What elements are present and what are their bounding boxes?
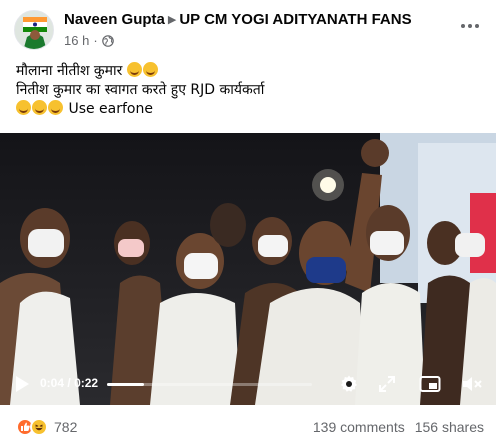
reaction-summary[interactable]: 782 bbox=[16, 418, 77, 436]
mute-icon[interactable] bbox=[461, 374, 482, 394]
more-options-icon[interactable] bbox=[460, 16, 480, 36]
caption-line: मौलाना नीतीश कुमार bbox=[16, 62, 264, 81]
post-title: Naveen Gupta ▶ UP CM YOGI ADITYANATH FANS bbox=[64, 11, 412, 28]
grin-emoji-icon bbox=[32, 100, 47, 115]
caption-line: नितीश कुमार का स्वागत करते हुए RJD कार्य… bbox=[16, 82, 265, 98]
avatar[interactable] bbox=[14, 10, 54, 50]
post-footer: 782 139 comments 156 shares bbox=[0, 410, 496, 447]
author-name[interactable]: Naveen Gupta bbox=[64, 11, 165, 28]
haha-reaction-icon bbox=[30, 418, 48, 436]
post-caption: मौलाना नीतीश कुमार नितीश कुमार का स्वागत… bbox=[16, 62, 264, 119]
post-meta: 16 h · bbox=[64, 33, 114, 48]
rofl-emoji-icon bbox=[142, 62, 158, 77]
picture-in-picture-icon[interactable] bbox=[419, 374, 441, 394]
caption-line: Use earfone bbox=[16, 100, 264, 119]
caret-right-icon: ▶ bbox=[167, 14, 177, 26]
time-separator: / bbox=[67, 376, 71, 390]
group-name[interactable]: UP CM YOGI ADITYANATH FANS bbox=[179, 11, 411, 28]
shares-count[interactable]: 156 shares bbox=[415, 419, 484, 435]
gear-icon[interactable] bbox=[339, 374, 359, 394]
elapsed-time: 0:04 bbox=[40, 376, 65, 390]
meta-separator: · bbox=[93, 33, 98, 48]
laughing-emoji-icon bbox=[126, 62, 142, 77]
grin-emoji-icon bbox=[16, 100, 31, 115]
play-icon[interactable] bbox=[14, 375, 30, 398]
comments-count[interactable]: 139 comments bbox=[313, 419, 405, 435]
video-frame bbox=[0, 133, 496, 405]
progress-fill bbox=[107, 383, 144, 386]
post-header: Naveen Gupta ▶ UP CM YOGI ADITYANATH FANS … bbox=[0, 0, 496, 60]
reaction-count: 782 bbox=[54, 419, 78, 435]
expand-icon[interactable] bbox=[377, 374, 397, 394]
engagement-stats: 139 comments 156 shares bbox=[313, 419, 484, 435]
video-controls: 0:04 / 0:22 bbox=[0, 366, 496, 402]
progress-bar[interactable] bbox=[107, 383, 312, 386]
video-time: 0:04 / 0:22 bbox=[40, 376, 98, 390]
duration: 0:22 bbox=[74, 376, 99, 390]
globe-icon bbox=[101, 34, 114, 47]
grin-emoji-icon bbox=[48, 100, 63, 115]
video-player[interactable]: 0:04 / 0:22 bbox=[0, 133, 496, 405]
post-time[interactable]: 16 h bbox=[64, 33, 89, 48]
